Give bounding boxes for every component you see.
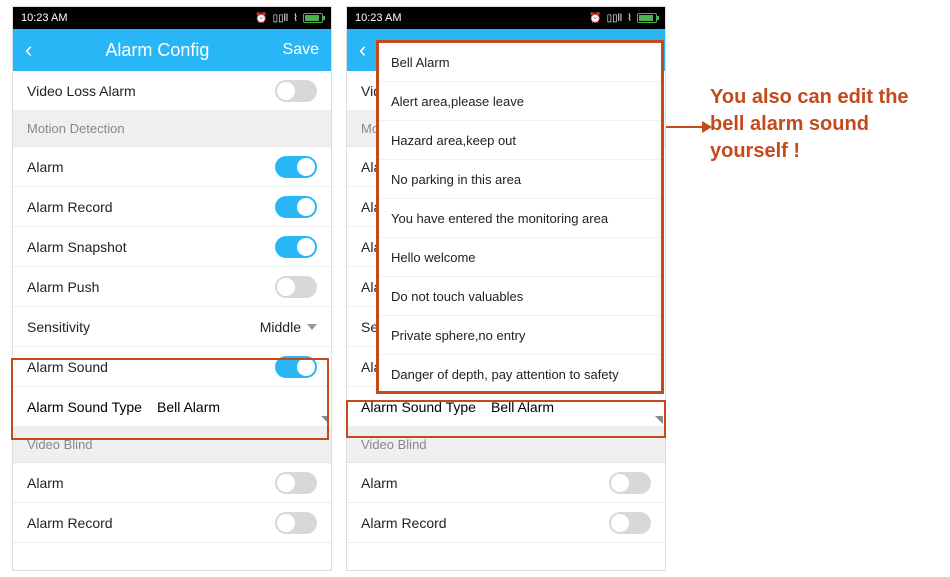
row-alarm-sound-type[interactable]: Alarm Sound Type Bell Alarm (13, 387, 331, 427)
toggle-alarm-sound[interactable] (275, 356, 317, 378)
dropdown-item[interactable]: Private sphere,no entry (379, 316, 661, 355)
signal-icon: ▯▯ll (273, 13, 288, 24)
row-alarm[interactable]: Alarm (13, 147, 331, 187)
row-label: Alarm Sound (27, 359, 108, 375)
toggle-video-loss[interactable] (275, 80, 317, 102)
chevron-down-icon (307, 324, 317, 330)
row-label: Alarm Push (27, 279, 99, 295)
alarm-sound-type-value: Bell Alarm (157, 399, 317, 415)
row-label: Alarm Snapshot (27, 239, 127, 255)
dropdown-item[interactable]: Danger of depth, pay attention to safety (379, 355, 661, 394)
back-icon[interactable]: ‹ (25, 37, 32, 63)
status-icons: ⏰ ▯▯ll ⌇ (255, 13, 323, 24)
status-time: 10:23 AM (21, 12, 67, 24)
status-bar: 10:23 AM ⏰ ▯▯ll ⌇ (13, 7, 331, 29)
sensitivity-select[interactable]: Middle (260, 319, 317, 335)
section-motion-detection: Motion Detection (13, 111, 331, 147)
toggle-alarm-snapshot[interactable] (275, 236, 317, 258)
row-label: Video Loss Alarm (27, 83, 136, 99)
section-video-blind-2: Video Blind (347, 427, 665, 463)
dropdown-item[interactable]: You have entered the monitoring area (379, 199, 661, 238)
toggle-alarm-push[interactable] (275, 276, 317, 298)
row-label: Sensitivity (27, 319, 90, 335)
toggle-alarm[interactable] (275, 156, 317, 178)
battery-icon (303, 13, 323, 23)
row-alarm-snapshot[interactable]: Alarm Snapshot (13, 227, 331, 267)
row-label: Alarm Record (361, 515, 447, 531)
nav-title: Alarm Config (32, 40, 282, 61)
row-vb-alarm-record[interactable]: Alarm Record (13, 503, 331, 543)
sensitivity-value: Middle (260, 319, 301, 335)
save-button[interactable]: Save (283, 41, 319, 59)
row-alarm-record[interactable]: Alarm Record (13, 187, 331, 227)
status-time: 10:23 AM (355, 12, 401, 24)
resize-icon (655, 416, 663, 424)
section-video-blind: Video Blind (13, 427, 331, 463)
dropdown-item[interactable]: No parking in this area (379, 160, 661, 199)
row-vb-alarm-2[interactable]: Alarm (347, 463, 665, 503)
alarm-icon: ⏰ (255, 13, 267, 24)
status-icons: ⏰ ▯▯ll ⌇ (589, 13, 657, 24)
annotation-text: You also can edit the bell alarm sound y… (710, 84, 940, 165)
row-alarm-push[interactable]: Alarm Push (13, 267, 331, 307)
toggle-alarm-record[interactable] (275, 196, 317, 218)
row-vb-alarm-record-2[interactable]: Alarm Record (347, 503, 665, 543)
row-vb-alarm[interactable]: Alarm (13, 463, 331, 503)
status-bar: 10:23 AM ⏰ ▯▯ll ⌇ (347, 7, 665, 29)
row-label: Alarm Sound Type (361, 399, 491, 415)
dropdown-item[interactable]: Alert area,please leave (379, 82, 661, 121)
dropdown-item[interactable]: Do not touch valuables (379, 277, 661, 316)
battery-icon (637, 13, 657, 23)
row-label: Alarm Record (27, 199, 113, 215)
signal-icon: ▯▯ll (607, 13, 622, 24)
row-label: Alarm Record (27, 515, 113, 531)
toggle-vb-alarm-2[interactable] (609, 472, 651, 494)
row-label: Alarm (27, 475, 64, 491)
dropdown-item[interactable]: Bell Alarm (379, 43, 661, 82)
row-label: Alarm (361, 475, 398, 491)
toggle-vb-alarm-record-2[interactable] (609, 512, 651, 534)
toggle-vb-alarm-record[interactable] (275, 512, 317, 534)
arrow-icon (666, 126, 710, 128)
alarm-sound-dropdown[interactable]: Bell Alarm Alert area,please leave Hazar… (376, 40, 664, 394)
dropdown-item[interactable]: Hazard area,keep out (379, 121, 661, 160)
phone-screen-1: 10:23 AM ⏰ ▯▯ll ⌇ ‹ Alarm Config Save Vi… (12, 6, 332, 571)
wifi-icon: ⌇ (627, 13, 632, 24)
back-icon[interactable]: ‹ (359, 37, 366, 63)
row-video-loss-alarm[interactable]: Video Loss Alarm (13, 71, 331, 111)
wifi-icon: ⌇ (293, 13, 298, 24)
alarm-sound-type-value: Bell Alarm (491, 399, 651, 415)
row-alarm-sound[interactable]: Alarm Sound (13, 347, 331, 387)
alarm-icon: ⏰ (589, 13, 601, 24)
resize-icon (321, 416, 329, 424)
row-label: Alarm Sound Type (27, 399, 157, 415)
row-sensitivity[interactable]: Sensitivity Middle (13, 307, 331, 347)
row-label: Alarm (27, 159, 64, 175)
dropdown-item[interactable]: Hello welcome (379, 238, 661, 277)
nav-bar: ‹ Alarm Config Save (13, 29, 331, 71)
toggle-vb-alarm[interactable] (275, 472, 317, 494)
